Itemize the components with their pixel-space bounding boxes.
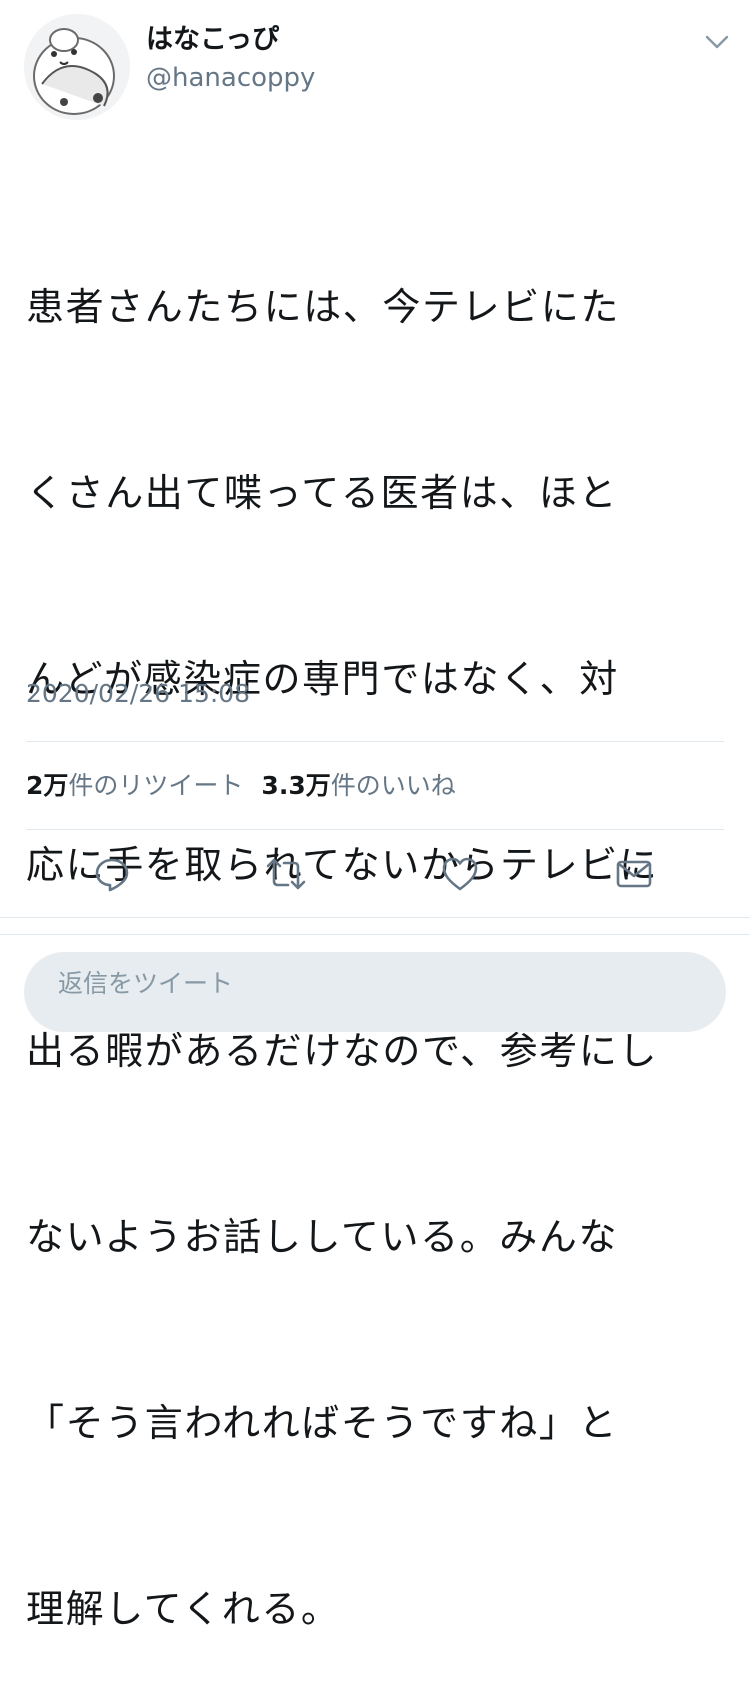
user-handle[interactable]: @hanacoppy	[146, 60, 315, 96]
like-icon	[440, 854, 480, 894]
tweet-text: 患者さんたちには、今テレビにた くさん出て喋ってる医者は、ほと んどが感染症の専…	[26, 152, 731, 1702]
display-name[interactable]: はなこっぴ	[146, 22, 279, 58]
divider	[0, 917, 750, 918]
reply-icon	[92, 854, 132, 894]
divider	[26, 741, 724, 742]
retweet-icon	[264, 854, 308, 894]
tweet-text-line: 理解してくれる。	[26, 1578, 731, 1640]
tweet-timestamp: 2020/02/26 15:08	[26, 676, 250, 712]
divider	[26, 829, 724, 830]
chevron-down-icon[interactable]	[702, 30, 732, 54]
divider	[0, 934, 750, 935]
share-icon	[614, 854, 654, 894]
tweet-text-line: 「そう言われればそうですね」と	[26, 1392, 731, 1454]
retweets-stat[interactable]: 2万件のリツイート	[26, 771, 243, 800]
retweets-count: 2万	[26, 771, 68, 800]
tweet-header: はなこっぴ @hanacoppy	[0, 0, 750, 120]
avatar[interactable]	[24, 14, 130, 120]
likes-stat[interactable]: 3.3万件のいいね	[261, 771, 455, 800]
retweet-button[interactable]	[264, 852, 308, 896]
share-button[interactable]	[612, 852, 656, 896]
reply-input[interactable]: 返信をツイート	[24, 952, 726, 1032]
likes-count: 3.3万	[261, 771, 330, 800]
reply-placeholder: 返信をツイート	[58, 966, 233, 1002]
reply-button[interactable]	[90, 852, 134, 896]
likes-label: 件のいいね	[331, 771, 456, 800]
tweet-text-line: ないようお話ししている。みんな	[26, 1206, 731, 1268]
like-button[interactable]	[438, 852, 482, 896]
retweets-label: 件のリツイート	[68, 771, 243, 800]
tweet-text-line: 患者さんたちには、今テレビにた	[26, 276, 731, 338]
tweet-text-line: くさん出て喋ってる医者は、ほと	[26, 462, 731, 524]
tweet-stats: 2万件のリツイート 3.3万件のいいね	[26, 768, 456, 804]
avatar-illustration	[24, 14, 130, 120]
